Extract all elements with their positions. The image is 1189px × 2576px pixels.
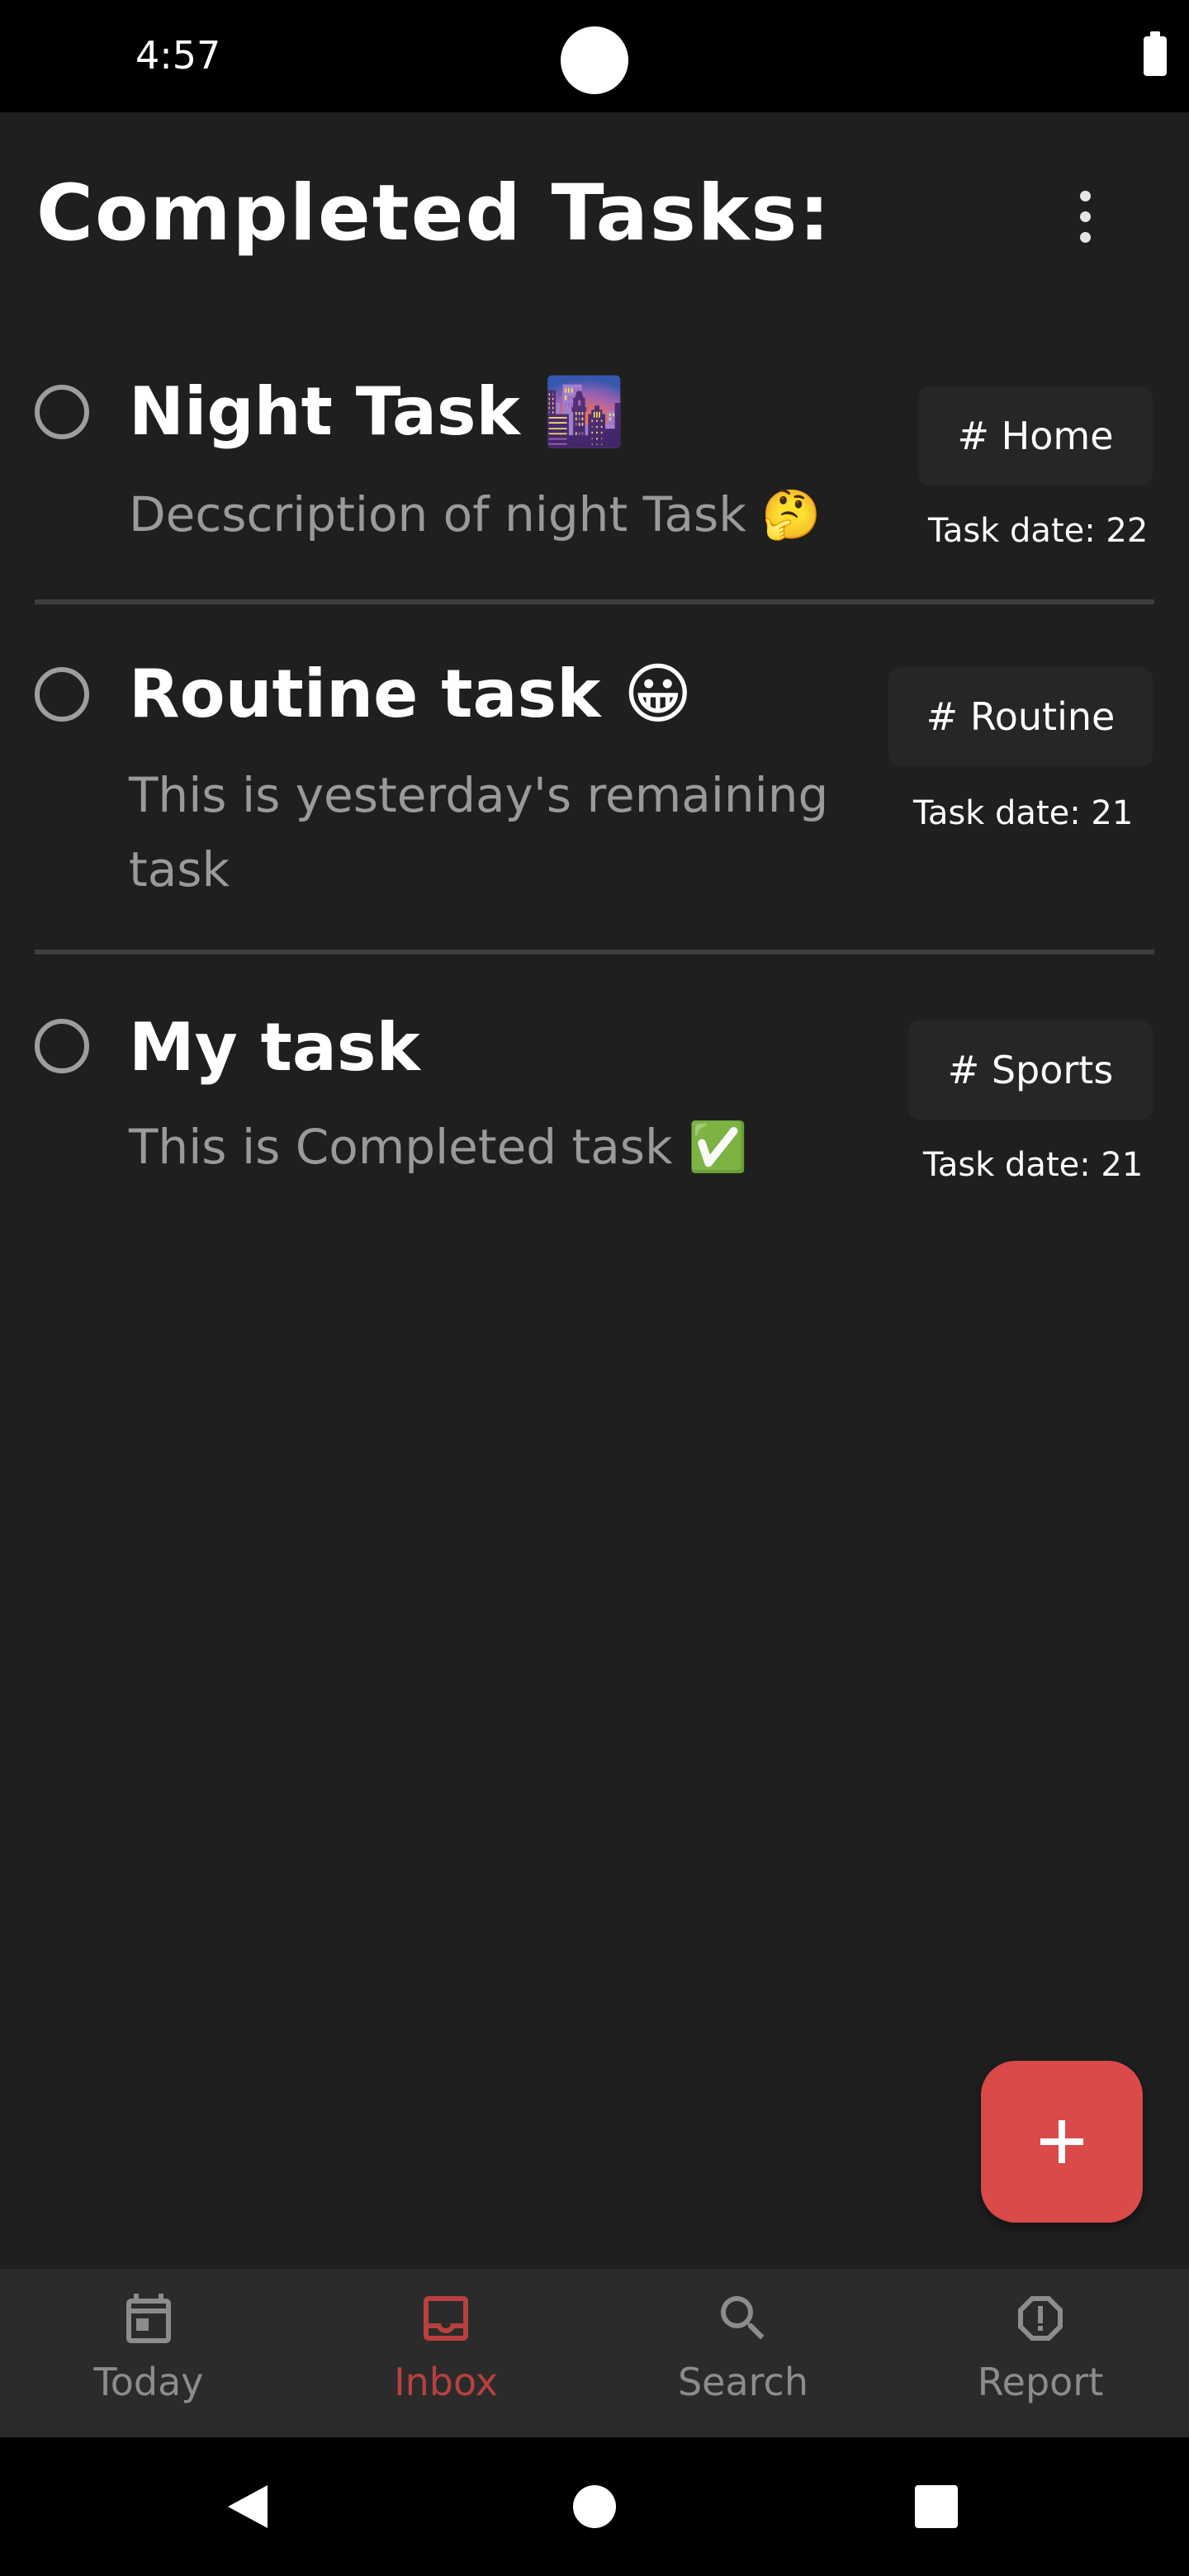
divider [35,949,1154,954]
system-home-button[interactable] [545,2437,644,2576]
more-vert-icon-dot [1079,211,1091,222]
camera-cutout [561,26,628,94]
task-description: Decscription of night Task 🤔 [129,486,822,542]
system-back-button[interactable] [198,2437,297,2576]
nav-label: Inbox [394,2360,498,2404]
nav-label: Today [93,2360,204,2404]
add-task-button[interactable] [981,2061,1143,2223]
more-vert-icon-dot [1079,231,1091,243]
home-circle-icon [573,2485,616,2528]
nav-label: Search [677,2360,809,2404]
page-title: Completed Tasks: [36,168,831,258]
calendar-icon [126,2294,171,2343]
nav-item-inbox[interactable]: Inbox [297,2269,594,2437]
app-screen: 4:57 Completed Tasks: Night Task 🌆 Decsc… [0,0,1189,2576]
task-title: Routine task 😀 [129,656,693,732]
task-checkbox[interactable] [35,385,89,439]
task-title: Night Task 🌆 [129,373,626,450]
nav-item-search[interactable]: Search [594,2269,892,2437]
bottom-navigation: Today Inbox Search Report [0,2269,1189,2437]
recents-square-icon [915,2485,958,2528]
task-checkbox[interactable] [35,667,89,722]
task-date: Task date: 21 [923,1146,1144,1184]
status-bar: 4:57 [0,0,1189,112]
task-tag[interactable]: # Home [918,386,1153,485]
inbox-icon [424,2296,468,2341]
nav-item-today[interactable]: Today [0,2269,297,2437]
more-options-button[interactable] [1059,183,1111,249]
back-triangle-icon [228,2485,268,2528]
task-date: Task date: 22 [928,512,1149,550]
task-tag[interactable]: # Routine [888,667,1153,766]
system-navigation-bar [0,2437,1189,2576]
task-checkbox[interactable] [35,1019,89,1073]
more-vert-icon [1079,190,1091,201]
plus-icon [1040,2120,1083,2163]
system-recents-button[interactable] [887,2437,986,2576]
nav-label: Report [977,2360,1104,2404]
task-title: My task [129,1009,420,1086]
report-icon [1018,2296,1063,2341]
status-time: 4:57 [135,33,221,78]
divider [35,599,1154,604]
task-tag[interactable]: # Sports [908,1020,1153,1120]
battery-icon [1144,31,1167,76]
search-icon [721,2296,765,2340]
task-date: Task date: 21 [913,794,1134,832]
task-description: This is yesterday's remaining task [129,767,829,897]
nav-item-report[interactable]: Report [892,2269,1189,2437]
task-description: This is Completed task ✅ [129,1119,748,1175]
